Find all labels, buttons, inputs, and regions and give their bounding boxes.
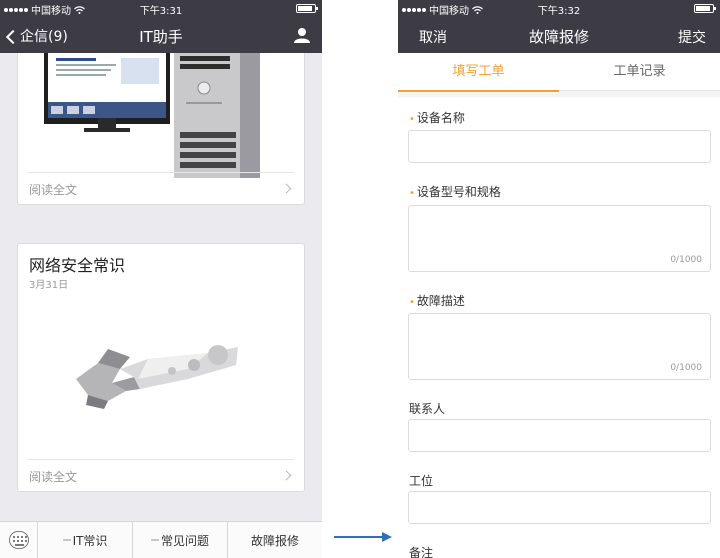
screenshot-stage: 中国移动 下午3:31 企信(9) IT助手 阅读全文 网络安全常识 3月31日… (0, 0, 720, 558)
required-mark: • (409, 188, 415, 199)
label-text: 设备名称 (416, 111, 465, 125)
repair-form: • 设备名称 • 设备型号和规格 0/1000 • 故障描述 0/1000 联系人 工… (398, 97, 720, 558)
read-more-label: 阅读全文 (29, 183, 78, 197)
device-name-input[interactable] (408, 130, 711, 163)
required-mark: • (409, 114, 415, 125)
tab-fill-ticket[interactable]: 填写工单 (398, 53, 559, 92)
menu-item-faq[interactable]: 常见问题 (133, 522, 228, 558)
status-time: 下午3:31 (139, 6, 183, 17)
article-title: 网络安全常识 (29, 256, 126, 275)
fault-desc-textarea[interactable]: 0/1000 (408, 313, 711, 380)
workstation-label: 工位 (409, 474, 434, 488)
menu-item-repair[interactable]: 故障报修 (228, 522, 322, 558)
label-text: 设备型号和规格 (416, 185, 501, 199)
chevron-right-icon (281, 183, 292, 194)
left-phone-screen: 中国移动 下午3:31 企信(9) IT助手 阅读全文 网络安全常识 3月31日… (0, 0, 322, 558)
nav-bar: 企信(9) IT助手 (0, 18, 322, 53)
device-model-label: • 设备型号和规格 (409, 183, 501, 200)
keyboard-icon[interactable] (0, 522, 38, 558)
article-card[interactable]: 网络安全常识 3月31日 阅读全文 (17, 243, 305, 492)
nav-bar: 取消 故障报修 提交 (398, 18, 720, 53)
chevron-right-icon (281, 470, 292, 481)
fault-desc-label: • 故障描述 (409, 292, 465, 309)
menu-item-it-knowledge[interactable]: IT常识 (38, 522, 133, 558)
remarks-label: 备注 (409, 546, 434, 558)
char-counter: 0/1000 (670, 363, 702, 373)
contact-input[interactable] (408, 419, 711, 452)
required-mark: • (409, 297, 415, 308)
battery-icon (694, 4, 716, 13)
tab-ticket-records[interactable]: 工单记录 (559, 53, 720, 91)
bottom-menu: IT常识 常见问题 故障报修 (0, 521, 322, 558)
submenu-icon (150, 539, 159, 541)
menu-item-label: IT常识 (72, 533, 108, 548)
user-icon[interactable] (294, 27, 310, 43)
submenu-icon (62, 539, 71, 541)
battery-icon (296, 4, 318, 13)
workstation-input[interactable] (408, 491, 711, 524)
tab-bar: 填写工单 工单记录 (398, 53, 720, 92)
page-title: 故障报修 (528, 28, 589, 46)
contact-label: 联系人 (409, 402, 446, 416)
menu-item-label: 故障报修 (250, 533, 299, 548)
device-name-label: • 设备名称 (409, 109, 465, 126)
menu-item-label: 常见问题 (160, 533, 209, 548)
device-model-textarea[interactable]: 0/1000 (408, 205, 711, 272)
char-counter: 0/1000 (670, 255, 702, 265)
status-bar: 中国移动 下午3:31 (0, 0, 322, 18)
article-date: 3月31日 (29, 280, 69, 291)
article-feed: 阅读全文 网络安全常识 3月31日 阅读全文 (0, 53, 322, 521)
read-more-row[interactable]: 阅读全文 (28, 459, 294, 491)
article-card[interactable]: 阅读全文 (17, 53, 305, 205)
network-security-image (68, 339, 248, 419)
status-bar: 中国移动 下午3:32 (398, 0, 720, 18)
status-time: 下午3:32 (537, 6, 581, 17)
computer-image (36, 53, 286, 182)
read-more-row[interactable]: 阅读全文 (28, 172, 294, 204)
submit-button[interactable]: 提交 (678, 27, 706, 47)
flow-arrow-icon (334, 532, 392, 542)
page-title: IT助手 (139, 28, 183, 46)
label-text: 故障描述 (416, 294, 465, 308)
read-more-label: 阅读全文 (29, 470, 78, 484)
right-phone-screen: 中国移动 下午3:32 取消 故障报修 提交 填写工单 工单记录 • 设备名称 •… (398, 0, 720, 558)
